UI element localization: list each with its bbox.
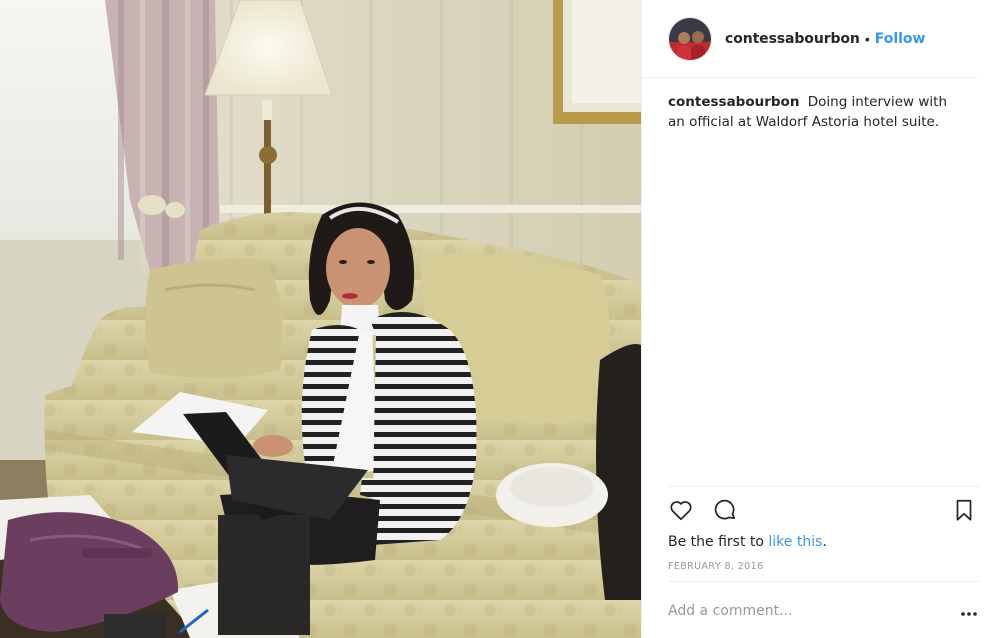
- post-caption: contessabourbon Doing interview with an …: [668, 92, 968, 132]
- comment-form: [668, 596, 979, 626]
- comment-input[interactable]: [668, 596, 948, 626]
- bookmark-outline-icon[interactable]: [951, 497, 979, 525]
- post-photo[interactable]: [0, 0, 641, 638]
- likes-prefix: Be the first to: [668, 534, 769, 550]
- post-photo-illustration: [0, 0, 641, 638]
- likes-summary: Be the first to like this.: [668, 534, 827, 550]
- post-side-panel: contessabourbon • Follow contessabourbon…: [641, 0, 1000, 638]
- avatar[interactable]: [668, 16, 712, 61]
- post-header: contessabourbon • Follow: [642, 0, 977, 78]
- likes-suffix: .: [822, 534, 827, 550]
- divider: [668, 581, 979, 582]
- post-date[interactable]: February 8, 2016: [668, 561, 764, 572]
- divider: [668, 486, 979, 487]
- heart-outline-icon[interactable]: [668, 497, 696, 525]
- speech-bubble-icon[interactable]: [712, 497, 740, 525]
- ellipsis-icon[interactable]: [959, 606, 979, 616]
- caption-username[interactable]: contessabourbon: [668, 94, 799, 110]
- header-separator: •: [864, 30, 870, 47]
- post-actions: [668, 497, 979, 527]
- like-this-link[interactable]: like this: [768, 534, 822, 550]
- header-username[interactable]: contessabourbon: [725, 31, 860, 47]
- follow-button[interactable]: Follow: [875, 31, 926, 47]
- avatar-image: [669, 17, 711, 60]
